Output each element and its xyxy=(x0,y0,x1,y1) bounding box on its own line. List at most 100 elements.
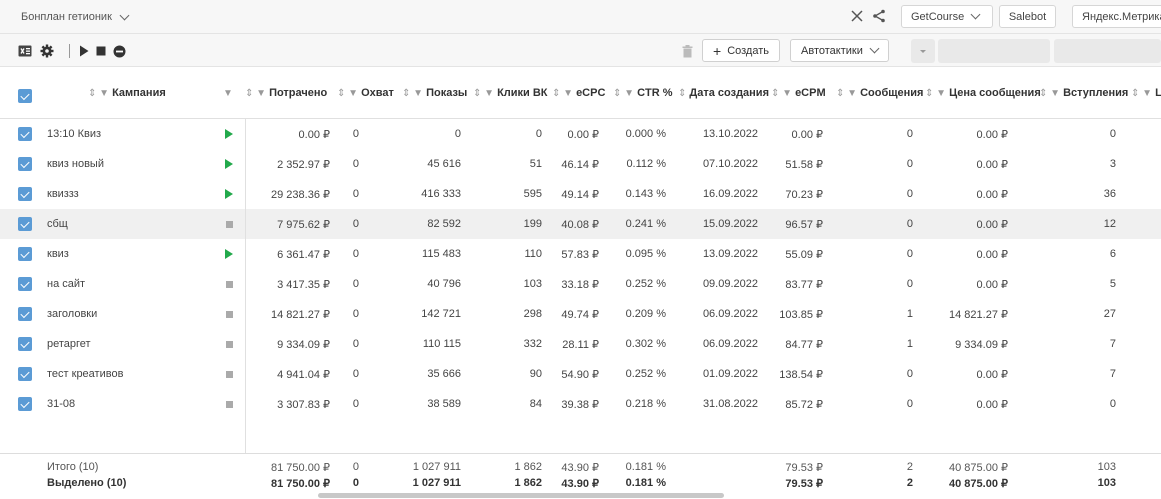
delete-circle-icon[interactable] xyxy=(112,44,126,58)
col-joins-header[interactable]: ⇕ ▼ Вступления xyxy=(1039,67,1128,119)
table-row[interactable]: квиз 6 361.47 ₽0 115 483 110 57.83 ₽0.095 % 1… xyxy=(0,239,1161,269)
col-messages-header[interactable]: ⇕ ▼ Сообщения xyxy=(836,67,923,119)
col-ecpm-header[interactable]: ⇕ ▼ eCPM xyxy=(771,67,826,119)
col-ecpc-header[interactable]: ⇕ ▼ eCPC xyxy=(552,67,605,119)
col-created-header[interactable]: ⇕ Дата создания xyxy=(678,67,769,119)
campaign-name[interactable]: 31-08 xyxy=(47,389,75,419)
stop-status-icon[interactable] xyxy=(223,329,235,359)
cell-ecpm: 103.85 ₽ xyxy=(779,308,823,321)
row-checkbox[interactable] xyxy=(18,127,32,141)
cell-messages: 1 xyxy=(906,308,913,320)
stop-status-icon[interactable] xyxy=(223,269,235,299)
filter-field[interactable] xyxy=(938,39,1050,63)
share-icon[interactable] xyxy=(869,6,889,26)
cell-reach: 0 xyxy=(352,398,359,410)
table-row[interactable]: 31-08 3 307.83 ₽0 38 589 84 39.38 ₽0.218 % 31… xyxy=(0,389,1161,419)
campaigns-grid: ⇕ ▼ Кампания ▼ ⇕ ▼ Потрачено ⇕ ▼ Охват ⇕ ▼ П… xyxy=(0,67,1161,499)
stop-status-icon[interactable] xyxy=(223,209,235,239)
table-row[interactable]: на сайт 3 417.35 ₽0 40 796 103 33.18 ₽0.252 … xyxy=(0,269,1161,299)
col-spent-header[interactable]: ⇕ ▼ Потрачено xyxy=(245,67,327,119)
filter-field[interactable] xyxy=(1054,39,1161,63)
row-checkbox[interactable] xyxy=(18,157,32,171)
stop-icon[interactable] xyxy=(94,44,108,58)
campaign-name[interactable]: сбщ xyxy=(47,209,68,239)
excel-export-icon[interactable] xyxy=(18,44,32,58)
table-row[interactable]: ретаргет 9 334.09 ₽0 110 115 332 28.11 ₽0.30… xyxy=(0,329,1161,359)
col-campaign-header[interactable]: ⇕ ▼ Кампания xyxy=(88,67,166,119)
cell-msg_price: 0.00 ₽ xyxy=(976,368,1008,381)
status-filter-icon[interactable]: ▼ xyxy=(223,67,236,119)
row-checkbox[interactable] xyxy=(18,307,32,321)
cell-impressions: 142 721 xyxy=(421,308,461,320)
cell-impressions: 0 xyxy=(454,128,461,140)
col-ctr-header[interactable]: ⇕ ▼ CTR % xyxy=(613,67,673,119)
totals-impressions: 1 027 911 xyxy=(412,461,461,473)
selected-joins: 103 xyxy=(1097,477,1116,489)
col-extra-header[interactable]: ⇕ ▼ L xyxy=(1131,67,1161,119)
salebot-button[interactable]: Salebot xyxy=(999,5,1056,28)
sort-filter-icon: ⇕ ▼ xyxy=(1131,87,1153,99)
play-status-icon[interactable] xyxy=(223,179,235,209)
account-selector[interactable]: Бонплан гетионик xyxy=(21,10,130,23)
cell-impressions: 110 115 xyxy=(422,338,461,350)
col-reach-header[interactable]: ⇕ ▼ Охват xyxy=(337,67,394,119)
campaign-name[interactable]: квиз xyxy=(47,239,69,269)
table-row[interactable]: сбщ 7 975.62 ₽0 82 592 199 40.08 ₽0.241 % 15.… xyxy=(0,209,1161,239)
row-checkbox[interactable] xyxy=(18,217,32,231)
close-icon[interactable] xyxy=(847,6,867,26)
cell-reach: 0 xyxy=(352,158,359,170)
row-checkbox[interactable] xyxy=(18,247,32,261)
campaign-name[interactable]: на сайт xyxy=(47,269,85,299)
row-checkbox[interactable] xyxy=(18,277,32,291)
table-row[interactable]: квиз новый 2 352.97 ₽0 45 616 51 46.14 ₽0.11… xyxy=(0,149,1161,179)
table-row[interactable]: тест креативов 4 941.04 ₽0 35 666 90 54.90 ₽… xyxy=(0,359,1161,389)
col-impressions-header[interactable]: ⇕ ▼ Показы xyxy=(402,67,467,119)
yandex-metrika-button[interactable]: Яндекс.Метрика xyxy=(1072,5,1161,28)
campaign-name[interactable]: заголовки xyxy=(47,299,97,329)
play-status-icon[interactable] xyxy=(223,239,235,269)
table-row[interactable]: заголовки 14 821.27 ₽0 142 721 298 49.74 ₽0.… xyxy=(0,299,1161,329)
selected-ctr: 0.181 % xyxy=(625,477,666,489)
sort-filter-icon: ⇕ ▼ xyxy=(402,87,424,99)
cell-impressions: 45 616 xyxy=(427,158,461,170)
cell-msg_price: 9 334.09 ₽ xyxy=(955,338,1008,351)
table-row[interactable]: квиззз 29 238.36 ₽0 416 333 595 49.14 ₽0.143… xyxy=(0,179,1161,209)
col-msg-price-header[interactable]: ⇕ ▼ Цена сообщения xyxy=(925,67,1041,119)
cell-reach: 0 xyxy=(352,248,359,260)
cell-joins: 0 xyxy=(1109,128,1116,140)
campaign-name[interactable]: квиз новый xyxy=(47,149,104,179)
table-row[interactable]: 13:10 Квиз 0.00 ₽0 0 0 0.00 ₽0.000 % 13.10.20… xyxy=(0,119,1161,149)
stop-status-icon[interactable] xyxy=(223,389,235,419)
cell-msg_price: 0.00 ₽ xyxy=(976,248,1008,261)
sort-filter-icon: ⇕ ▼ xyxy=(245,87,267,99)
campaign-name[interactable]: тест креативов xyxy=(47,359,123,389)
row-checkbox[interactable] xyxy=(18,337,32,351)
cell-messages: 0 xyxy=(906,128,913,140)
play-status-icon[interactable] xyxy=(223,149,235,179)
play-icon[interactable] xyxy=(77,44,91,58)
totals-ctr: 0.181 % xyxy=(625,461,666,473)
horizontal-scrollbar[interactable] xyxy=(318,493,724,498)
cell-ctr: 0.209 % xyxy=(625,308,666,320)
stop-status-icon[interactable] xyxy=(223,359,235,389)
play-status-icon[interactable] xyxy=(223,119,235,149)
row-checkbox[interactable] xyxy=(18,187,32,201)
row-checkbox[interactable] xyxy=(18,397,32,411)
col-clicks-header[interactable]: ⇕ ▼ Клики ВК xyxy=(473,67,548,119)
gear-icon[interactable] xyxy=(40,44,54,58)
cell-joins: 7 xyxy=(1109,368,1116,380)
autotactics-button[interactable]: Автотактики xyxy=(790,39,889,62)
trash-icon[interactable] xyxy=(680,44,694,58)
getcourse-button[interactable]: GetCourse xyxy=(901,5,993,28)
stop-status-icon[interactable] xyxy=(223,299,235,329)
totals-label: Итого (10) xyxy=(47,461,99,473)
filter-dropdown[interactable] xyxy=(911,39,935,63)
campaign-name[interactable]: 13:10 Квиз xyxy=(47,119,101,149)
campaign-name[interactable]: ретаргет xyxy=(47,329,91,359)
create-button[interactable]: + Создать xyxy=(702,39,780,62)
row-checkbox[interactable] xyxy=(18,367,32,381)
campaign-name[interactable]: квиззз xyxy=(47,179,79,209)
select-all-checkbox[interactable] xyxy=(18,89,32,103)
cell-ecpm: 55.09 ₽ xyxy=(785,248,823,261)
cell-messages: 0 xyxy=(906,218,913,230)
